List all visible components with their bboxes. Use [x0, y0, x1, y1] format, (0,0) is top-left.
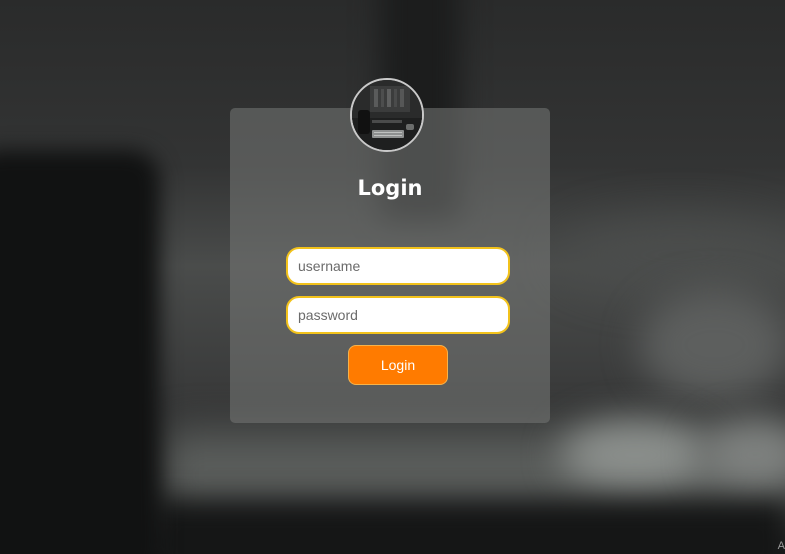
username-input[interactable]: [286, 247, 510, 285]
password-input[interactable]: [286, 296, 510, 334]
bg-dark-object: [0, 150, 160, 554]
workspace-photo-icon: [352, 80, 422, 150]
bg-cup: [560, 420, 710, 490]
page-title: Login: [357, 176, 423, 200]
bg-shelf: [560, 220, 785, 290]
avatar: [350, 78, 424, 152]
login-button[interactable]: Login: [348, 345, 448, 385]
bg-floor: [150, 500, 785, 554]
corner-text: A: [777, 540, 785, 552]
bg-lamp: [640, 290, 785, 400]
